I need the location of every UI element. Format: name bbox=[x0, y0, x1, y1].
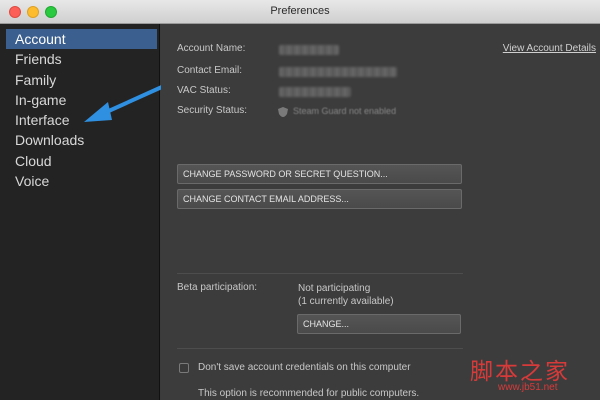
contact-email-value bbox=[279, 67, 397, 77]
sidebar-item-cloud[interactable]: Cloud bbox=[0, 151, 159, 171]
beta-available-text: (1 currently available) bbox=[298, 296, 394, 307]
shield-icon bbox=[278, 107, 288, 117]
vac-status-label: VAC Status: bbox=[177, 85, 231, 96]
watermark-url-text: www.jb51.net bbox=[498, 382, 558, 393]
account-name-label: Account Name: bbox=[177, 43, 246, 54]
security-status-label: Security Status: bbox=[177, 105, 248, 116]
contact-email-label: Contact Email: bbox=[177, 65, 243, 76]
dont-save-credentials-label[interactable]: Don't save account credentials on this c… bbox=[198, 362, 411, 373]
beta-participation-label: Beta participation: bbox=[177, 282, 258, 293]
section-divider-2 bbox=[177, 348, 463, 349]
credentials-note: This option is recommended for public co… bbox=[198, 388, 420, 399]
change-email-button[interactable]: CHANGE CONTACT EMAIL ADDRESS... bbox=[177, 189, 462, 209]
dont-save-credentials-checkbox[interactable] bbox=[179, 363, 189, 373]
sidebar-item-downloads[interactable]: Downloads bbox=[0, 130, 159, 150]
sidebar-item-friends[interactable]: Friends bbox=[0, 49, 159, 69]
sidebar-item-account[interactable]: Account bbox=[6, 29, 157, 50]
account-panel: Account Name: Contact Email: VAC Status:… bbox=[161, 24, 600, 400]
section-divider bbox=[177, 273, 463, 274]
vac-status-value bbox=[279, 87, 351, 97]
watermark-main-text: 脚本之家 bbox=[470, 359, 570, 385]
site-watermark: 脚本之家 www.jb51.net bbox=[470, 352, 600, 400]
change-password-button[interactable]: CHANGE PASSWORD OR SECRET QUESTION... bbox=[177, 164, 462, 184]
window-title: Preferences bbox=[270, 5, 330, 17]
beta-participation-value: Not participating (1 currently available… bbox=[298, 282, 394, 308]
sidebar-item-voice[interactable]: Voice bbox=[0, 171, 159, 191]
title-bar: Preferences bbox=[0, 0, 600, 24]
account-name-value bbox=[279, 45, 339, 55]
beta-status-text: Not participating bbox=[298, 283, 371, 294]
view-account-details-link[interactable]: View Account Details bbox=[503, 43, 596, 54]
annotation-arrow-icon bbox=[84, 84, 166, 122]
security-status-value: Steam Guard not enabled bbox=[293, 106, 397, 116]
beta-change-button[interactable]: CHANGE... bbox=[297, 314, 461, 334]
